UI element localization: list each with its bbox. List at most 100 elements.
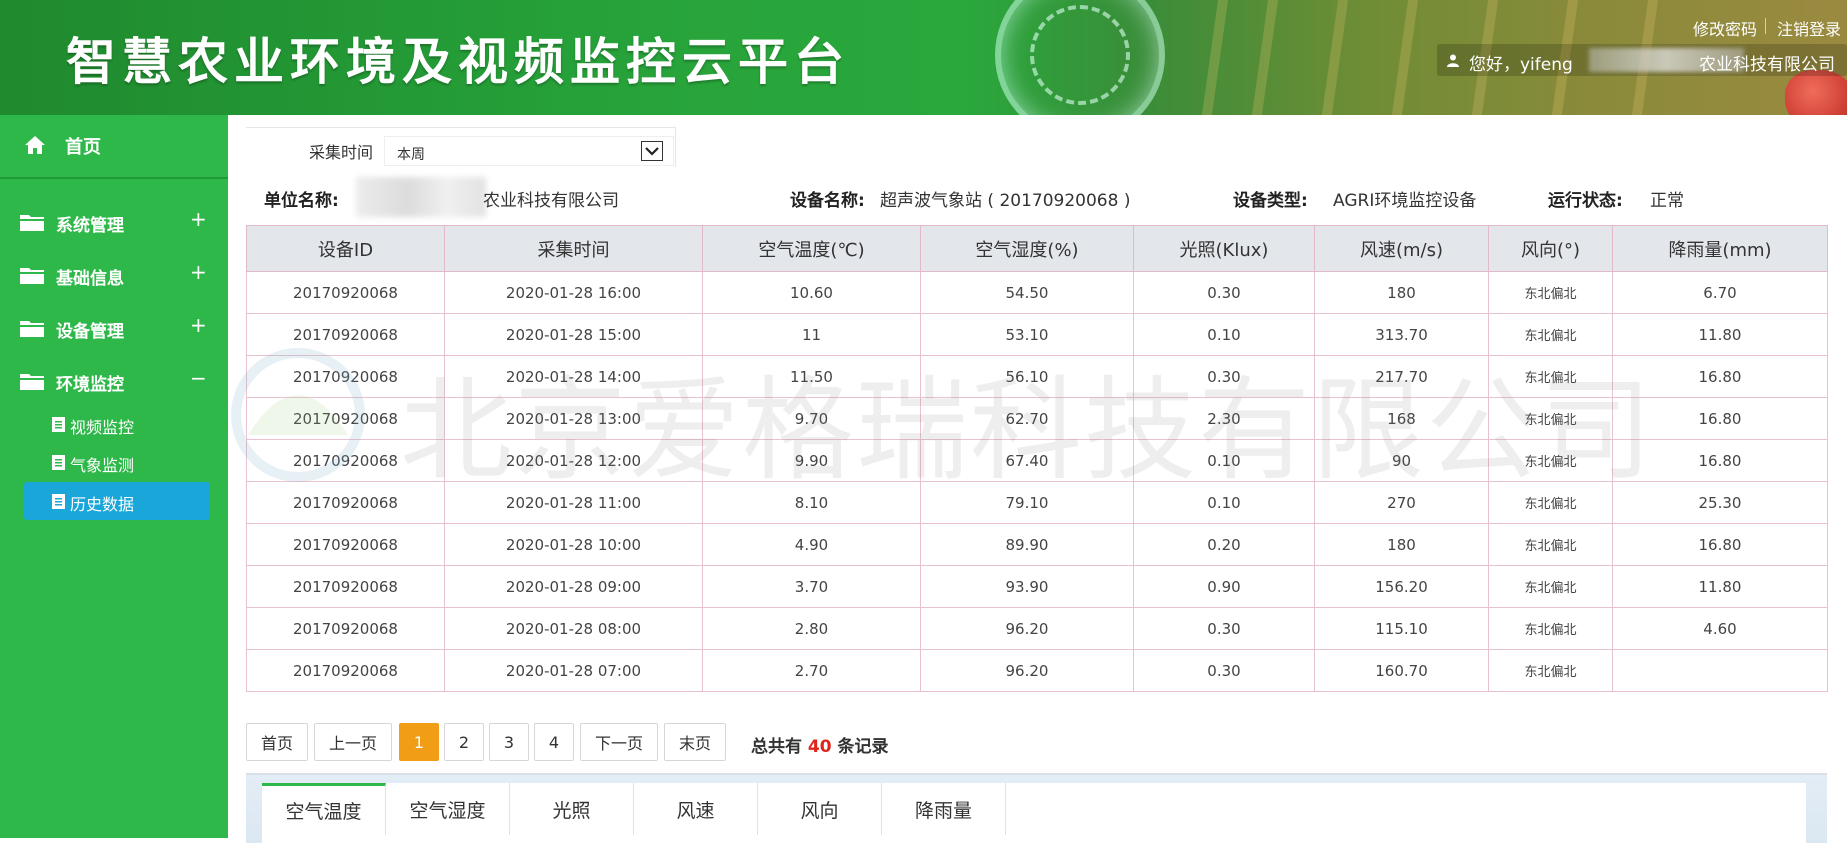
sidebar-item-label: 视频监控	[70, 418, 135, 437]
table-cell	[1612, 649, 1828, 692]
page-button-1[interactable]: 1	[399, 723, 439, 761]
change-password-link[interactable]: 修改密码	[1693, 16, 1757, 40]
table-cell: 270	[1314, 481, 1489, 524]
table-row: 20170920068 2020-01-28 16:00 10.60 54.50…	[246, 271, 1828, 314]
expand-icon[interactable]: +	[190, 207, 207, 231]
table-cell: 96.20	[920, 649, 1134, 692]
total-count: 40	[807, 737, 832, 757]
table-cell: 0.10	[1133, 313, 1315, 356]
table-cell: 0.20	[1133, 523, 1315, 566]
table-cell: 0.30	[1133, 271, 1315, 314]
table-cell: 56.10	[920, 355, 1134, 398]
tab-rainfall[interactable]: 降雨量	[882, 783, 1006, 835]
table-cell: 2020-01-28 16:00	[444, 271, 703, 314]
table-cell: 2.80	[702, 607, 921, 650]
total-records: 总共有 40 条记录	[751, 737, 889, 757]
prev-page-button[interactable]: 上一页	[314, 723, 392, 761]
logout-link[interactable]: 注销登录	[1777, 16, 1841, 40]
tab-wind-speed[interactable]: 风速	[634, 783, 758, 835]
table-cell: 313.70	[1314, 313, 1489, 356]
table-cell: 20170920068	[246, 313, 445, 356]
column-header[interactable]: 采集时间	[444, 225, 703, 272]
sidebar-item-home[interactable]: 首页	[0, 115, 228, 177]
sidebar-item-video-monitoring[interactable]: 视频监控	[24, 406, 210, 442]
page-button-2[interactable]: 2	[444, 723, 484, 761]
table-cell: 2020-01-28 12:00	[444, 439, 703, 482]
table-cell: 10.60	[702, 271, 921, 314]
table-cell: 东北偏北	[1488, 523, 1613, 566]
sidebar-item-device-management[interactable]: 设备管理 +	[0, 309, 228, 349]
table-cell: 2020-01-28 10:00	[444, 523, 703, 566]
table-cell: 0.30	[1133, 355, 1315, 398]
tab-air-humidity[interactable]: 空气湿度	[386, 783, 510, 835]
table-cell: 4.60	[1612, 607, 1828, 650]
last-page-button[interactable]: 末页	[664, 723, 726, 761]
table-cell: 11.80	[1612, 313, 1828, 356]
table-cell: 156.20	[1314, 565, 1489, 608]
table-cell: 89.90	[920, 523, 1134, 566]
column-header[interactable]: 降雨量(mm)	[1612, 225, 1828, 272]
first-page-button[interactable]: 首页	[246, 723, 308, 761]
header-banner: 智慧农业环境及视频监控云平台 修改密码 注销登录 您好，yifeng 农业科技有…	[0, 0, 1847, 115]
tab-illumination[interactable]: 光照	[510, 783, 634, 835]
column-header[interactable]: 风向(°)	[1488, 225, 1613, 272]
table-row: 20170920068 2020-01-28 10:00 4.90 89.90 …	[246, 523, 1828, 566]
tab-wind-direction[interactable]: 风向	[758, 783, 882, 835]
table-cell: 东北偏北	[1488, 313, 1613, 356]
table-cell: 2020-01-28 15:00	[444, 313, 703, 356]
table-cell: 东北偏北	[1488, 397, 1613, 440]
table-row: 20170920068 2020-01-28 09:00 3.70 93.90 …	[246, 565, 1828, 608]
table-cell: 东北偏北	[1488, 481, 1613, 524]
user-icon	[1447, 54, 1459, 67]
main-content: 采集时间 本周 单位名称: 农业科技有限公司 设备名称: 超声波气象站 ( 20…	[228, 115, 1847, 845]
page-button-3[interactable]: 3	[489, 723, 529, 761]
table-cell: 96.20	[920, 607, 1134, 650]
time-range-select[interactable]: 本周	[384, 136, 674, 166]
chevron-down-icon[interactable]	[641, 141, 663, 161]
column-header[interactable]: 光照(Klux)	[1133, 225, 1315, 272]
sidebar-item-environment-monitoring[interactable]: 环境监控 −	[0, 362, 228, 402]
table-cell: 东北偏北	[1488, 355, 1613, 398]
tab-air-temperature[interactable]: 空气温度	[262, 783, 386, 835]
sidebar-item-weather-monitoring[interactable]: 气象监测	[24, 444, 210, 480]
column-header[interactable]: 空气温度(℃)	[702, 225, 921, 272]
time-range-value: 本周	[397, 147, 425, 163]
sidebar-item-system-management[interactable]: 系统管理 +	[0, 203, 228, 243]
chart-panel: 空气温度 空气湿度 光照 风速 风向 降雨量	[246, 773, 1827, 845]
sidebar-item-label: 气象监测	[70, 456, 135, 475]
table-row: 20170920068 2020-01-28 14:00 11.50 56.10…	[246, 355, 1828, 398]
page-button-4[interactable]: 4	[534, 723, 574, 761]
banner-pepper-image	[1785, 70, 1847, 115]
table-cell: 9.90	[702, 439, 921, 482]
expand-icon[interactable]: +	[190, 260, 207, 284]
table-cell: 20170920068	[246, 355, 445, 398]
table-cell: 0.90	[1133, 565, 1315, 608]
banner-decoration	[1201, 0, 1229, 115]
sidebar-divider	[0, 177, 228, 179]
unit-name-value: 农业科技有限公司	[483, 191, 619, 211]
next-page-button[interactable]: 下一页	[580, 723, 658, 761]
home-icon	[25, 136, 45, 154]
folder-icon	[20, 374, 44, 390]
table-cell: 79.10	[920, 481, 1134, 524]
table-cell: 东北偏北	[1488, 439, 1613, 482]
table-cell: 16.80	[1612, 397, 1828, 440]
sidebar-item-history-data[interactable]: 历史数据	[24, 482, 210, 520]
sidebar-item-basic-info[interactable]: 基础信息 +	[0, 256, 228, 296]
table-cell: 11.80	[1612, 565, 1828, 608]
table-cell: 180	[1314, 271, 1489, 314]
link-separator	[1765, 18, 1766, 34]
column-header[interactable]: 设备ID	[246, 225, 445, 272]
collapse-icon[interactable]: −	[190, 366, 207, 390]
column-header[interactable]: 风速(m/s)	[1314, 225, 1489, 272]
expand-icon[interactable]: +	[190, 313, 207, 337]
column-header[interactable]: 空气湿度(%)	[920, 225, 1134, 272]
table-cell: 90	[1314, 439, 1489, 482]
table-cell: 2020-01-28 11:00	[444, 481, 703, 524]
table-row: 20170920068 2020-01-28 11:00 8.10 79.10 …	[246, 481, 1828, 524]
table-cell: 180	[1314, 523, 1489, 566]
table-cell: 11	[702, 313, 921, 356]
table-cell: 东北偏北	[1488, 607, 1613, 650]
table-cell: 6.70	[1612, 271, 1828, 314]
document-icon	[52, 455, 65, 470]
